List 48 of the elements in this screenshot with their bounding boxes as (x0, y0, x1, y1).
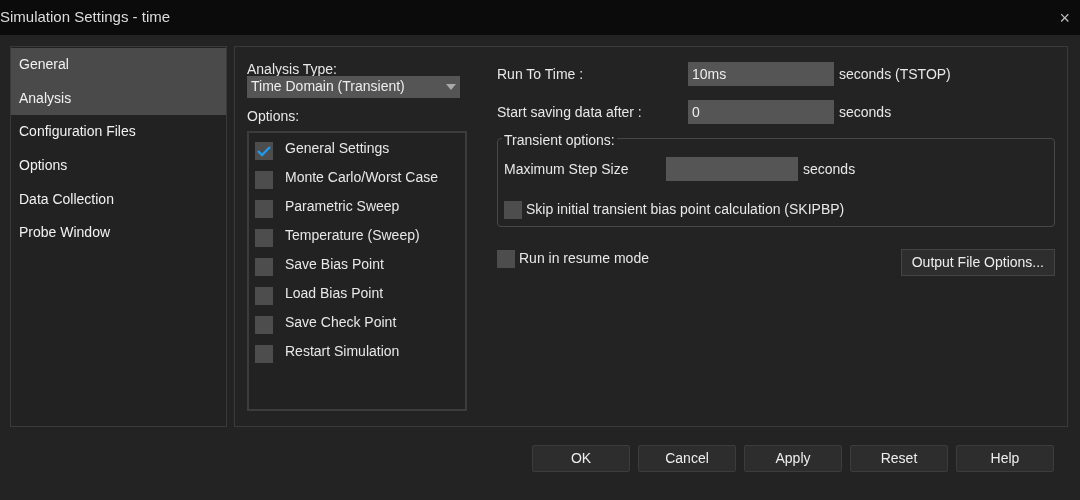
dialog-button[interactable]: OK (532, 445, 630, 472)
section-label: Options: (247, 106, 301, 126)
checkbox-label: Monte Carlo/Worst Case (285, 167, 438, 187)
checkbox-label: Save Check Point (285, 312, 397, 332)
checkbox[interactable] (255, 287, 273, 306)
dialog-button[interactable]: Cancel (638, 445, 736, 472)
checkbox-label: Restart Simulation (285, 341, 400, 361)
sidebar-item[interactable]: Probe Window (11, 215, 226, 250)
field-label: Maximum Step Size (504, 159, 630, 179)
field-label: Analysis Type: (247, 62, 338, 76)
sidebar-item[interactable]: General (11, 48, 226, 82)
unit-label: seconds (TSTOP) (839, 64, 951, 84)
close-button[interactable]: × (1049, 8, 1080, 27)
field-label: Run To Time : (497, 64, 585, 84)
sidebar-item[interactable]: Options (11, 148, 226, 183)
checkbox[interactable] (255, 345, 273, 364)
checkbox-label: Save Bias Point (285, 254, 384, 274)
checkbox-label: Parametric Sweep (285, 196, 400, 216)
checkbox[interactable] (255, 171, 273, 190)
window-title: Simulation Settings - time (0, 7, 171, 28)
checkmark-icon (257, 145, 271, 158)
checkbox[interactable] (255, 258, 273, 277)
input-field[interactable] (666, 157, 798, 181)
output-file-options-button[interactable]: Output File Options... (900, 249, 1055, 276)
caret-icon (446, 83, 456, 90)
checkbox[interactable] (255, 316, 273, 335)
checkbox-label: Skip initial transient bias point calculation (SKIPBP) (526, 200, 845, 219)
input-field[interactable]: 10ms (688, 62, 834, 86)
checkbox[interactable] (255, 229, 273, 248)
unit-label: seconds (803, 159, 856, 179)
checkbox-label: General Settings (285, 138, 390, 158)
checkbox-label: Load Bias Point (285, 283, 384, 303)
checkbox-label: Run in resume mode (519, 249, 649, 268)
checkbox[interactable] (255, 142, 273, 161)
sidebar-item[interactable]: Configuration Files (11, 115, 226, 149)
sidebar-item[interactable]: Data Collection (11, 182, 226, 216)
field-label: Start saving data after : (497, 102, 643, 122)
dialog-button[interactable]: Apply (744, 445, 842, 472)
checkbox-label: Temperature (Sweep) (285, 225, 420, 245)
input-field[interactable]: 0 (688, 100, 834, 124)
dialog-button[interactable]: Reset (850, 445, 948, 472)
checkbox[interactable] (504, 200, 522, 219)
dialog-button[interactable]: Help (956, 445, 1054, 472)
sidebar-item[interactable]: Analysis (11, 81, 226, 116)
unit-label: seconds (839, 102, 892, 122)
checkbox[interactable] (497, 249, 515, 268)
checkbox[interactable] (255, 200, 273, 219)
analysis-type-dropdown[interactable]: Time Domain (Transient) (247, 76, 460, 98)
